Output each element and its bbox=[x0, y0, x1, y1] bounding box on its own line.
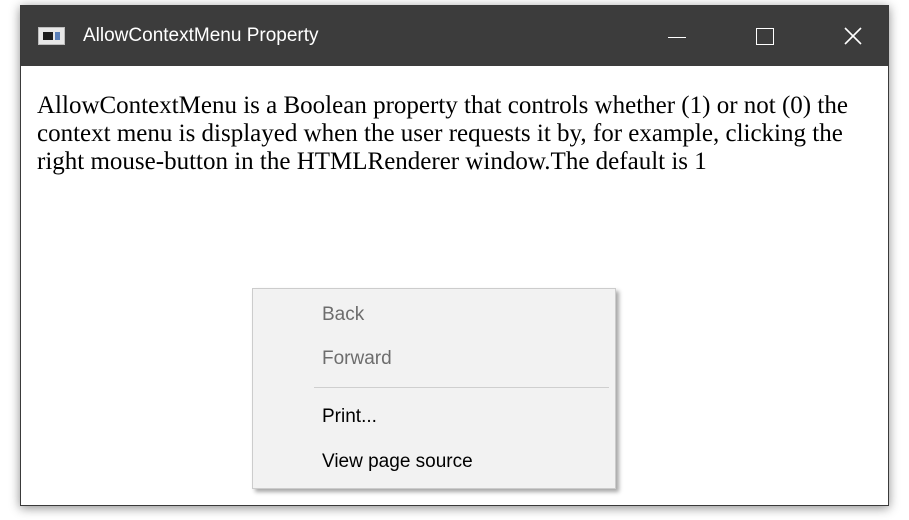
menu-item-forward[interactable]: Forward bbox=[253, 337, 615, 381]
title-bar[interactable]: AllowContextMenu Property bbox=[21, 6, 888, 66]
maximize-button[interactable] bbox=[733, 6, 797, 66]
window-title: AllowContextMenu Property bbox=[83, 25, 319, 46]
minimize-icon bbox=[668, 36, 686, 38]
app-icon-screen bbox=[43, 32, 53, 40]
app-window-icon[interactable] bbox=[38, 27, 65, 45]
maximize-icon bbox=[756, 27, 774, 45]
close-button[interactable] bbox=[821, 6, 885, 66]
html-renderer-content[interactable]: AllowContextMenu is a Boolean property t… bbox=[21, 66, 888, 505]
app-window: AllowContextMenu Property AllowContextMe… bbox=[20, 5, 889, 506]
app-icon-accent bbox=[55, 32, 60, 40]
close-icon bbox=[844, 27, 862, 45]
property-description: AllowContextMenu is a Boolean property t… bbox=[37, 92, 848, 175]
context-menu: Back Forward Print... View page source bbox=[252, 288, 616, 489]
menu-item-view-page-source[interactable]: View page source bbox=[253, 440, 615, 484]
minimize-button[interactable] bbox=[645, 6, 709, 66]
menu-item-back[interactable]: Back bbox=[253, 293, 615, 337]
menu-separator bbox=[314, 387, 609, 388]
menu-item-print[interactable]: Print... bbox=[253, 395, 615, 439]
